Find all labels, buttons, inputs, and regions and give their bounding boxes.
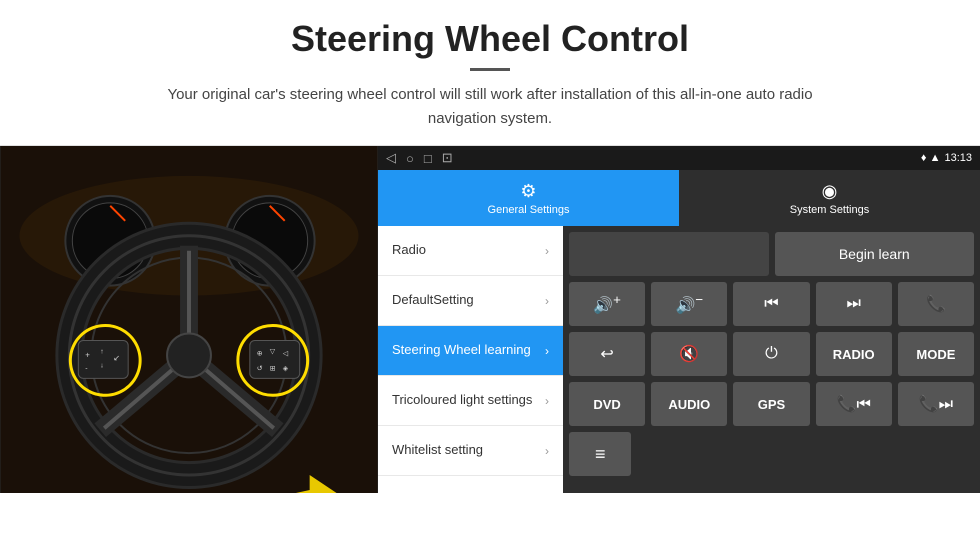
header-divider xyxy=(470,68,510,71)
status-bar-right: ♦ ▲ 13:13 xyxy=(921,152,972,164)
control-row-2: ↩ 🔇 ⏻ RADIO MODE xyxy=(569,332,974,376)
control-row-3: DVD AUDIO GPS 📞⏮ 📞⏭ xyxy=(569,382,974,426)
right-controls: Begin learn 🔊+ 🔊− ⏮ ⏭ xyxy=(563,226,980,493)
menu-item-tricoloured[interactable]: Tricoloured light settings › xyxy=(378,376,563,426)
svg-text:◈: ◈ xyxy=(283,365,289,372)
audio-label: AUDIO xyxy=(668,397,710,412)
svg-text:▽: ▽ xyxy=(270,348,276,355)
dvd-button[interactable]: DVD xyxy=(569,382,645,426)
car-image-area: + - ↑ ↓ ↙ ⊕ ▽ ◁ ↺ ⊞ ◈ xyxy=(0,146,378,493)
dvd-label: DVD xyxy=(593,397,620,412)
svg-text:↑: ↑ xyxy=(100,348,103,355)
volume-up-button[interactable]: 🔊+ xyxy=(569,282,645,326)
gps-label: GPS xyxy=(758,397,785,412)
next-track-icon: ⏭ xyxy=(847,295,861,313)
menu-controls-area: Radio › DefaultSetting › Steering Wheel … xyxy=(378,226,980,493)
system-settings-label: System Settings xyxy=(790,204,869,216)
mute-icon: 🔇 xyxy=(679,344,699,364)
left-menu: Radio › DefaultSetting › Steering Wheel … xyxy=(378,226,563,493)
tab-general-settings[interactable]: ⚙ General Settings xyxy=(378,170,679,226)
next-track-button[interactable]: ⏭ xyxy=(816,282,892,326)
svg-text:⊕: ⊕ xyxy=(257,350,263,357)
chevron-right-icon: › xyxy=(545,244,549,258)
clock: 13:13 xyxy=(944,152,972,164)
menu-nav-icon[interactable]: ⊡ xyxy=(442,150,453,166)
mode-button[interactable]: MODE xyxy=(898,332,974,376)
menu-item-whitelist-label: Whitelist setting xyxy=(392,442,483,459)
menu-item-radio-label: Radio xyxy=(392,242,426,259)
general-settings-icon: ⚙ xyxy=(520,181,536,202)
begin-learn-button[interactable]: Begin learn xyxy=(775,232,975,276)
header-subtitle: Your original car's steering wheel contr… xyxy=(150,83,830,131)
menu-item-whitelist[interactable]: Whitelist setting › xyxy=(378,426,563,476)
mute-button[interactable]: 🔇 xyxy=(651,332,727,376)
menu-item-radio[interactable]: Radio › xyxy=(378,226,563,276)
chevron-right-icon: › xyxy=(545,294,549,308)
gps-button[interactable]: GPS xyxy=(733,382,809,426)
menu-item-default-setting[interactable]: DefaultSetting › xyxy=(378,276,563,326)
phone-button[interactable]: 📞 xyxy=(898,282,974,326)
svg-text:◁: ◁ xyxy=(283,350,289,357)
chevron-right-icon: › xyxy=(545,344,549,358)
control-row-1: 🔊+ 🔊− ⏮ ⏭ 📞 xyxy=(569,282,974,326)
menu-item-default-label: DefaultSetting xyxy=(392,292,474,309)
power-button[interactable]: ⏻ xyxy=(733,332,809,376)
audio-button[interactable]: AUDIO xyxy=(651,382,727,426)
main-content: + - ↑ ↓ ↙ ⊕ ▽ ◁ ↺ ⊞ ◈ ◁ ○ □ ⊡ xyxy=(0,145,980,493)
phone-next-button[interactable]: 📞⏭ xyxy=(898,382,974,426)
menu-item-tricoloured-label: Tricoloured light settings xyxy=(392,392,532,409)
menu-item-steering-wheel[interactable]: Steering Wheel learning › xyxy=(378,326,563,376)
back-icon: ↩ xyxy=(600,344,613,364)
chevron-right-icon: › xyxy=(545,394,549,408)
prev-track-icon: ⏮ xyxy=(764,295,778,313)
signal-icon: ♦ ▲ xyxy=(921,152,941,164)
menu-item-steering-label: Steering Wheel learning xyxy=(392,342,531,359)
android-ui: ◁ ○ □ ⊡ ♦ ▲ 13:13 ⚙ General Settings ◉ S… xyxy=(378,146,980,493)
page-title: Steering Wheel Control xyxy=(40,18,940,60)
phone-icon: 📞 xyxy=(926,294,946,314)
svg-text:↙: ↙ xyxy=(113,353,120,362)
system-settings-icon: ◉ xyxy=(822,181,838,202)
home-nav-icon[interactable]: ○ xyxy=(406,151,414,166)
volume-up-icon: 🔊+ xyxy=(593,292,621,315)
phone-prev-button[interactable]: 📞⏮ xyxy=(816,382,892,426)
status-bar: ◁ ○ □ ⊡ ♦ ▲ 13:13 xyxy=(378,146,980,170)
svg-text:↓: ↓ xyxy=(100,362,103,369)
phone-prev-icon: 📞⏮ xyxy=(837,394,871,414)
tab-bar: ⚙ General Settings ◉ System Settings xyxy=(378,170,980,226)
menu-icon-cell[interactable]: ≡ xyxy=(569,432,631,476)
recent-nav-icon[interactable]: □ xyxy=(424,151,432,166)
volume-down-button[interactable]: 🔊− xyxy=(651,282,727,326)
svg-text:⊞: ⊞ xyxy=(270,365,276,372)
volume-down-icon: 🔊− xyxy=(675,292,703,315)
general-settings-label: General Settings xyxy=(488,204,570,216)
radio-label: RADIO xyxy=(833,347,875,362)
prev-track-button[interactable]: ⏮ xyxy=(733,282,809,326)
header-section: Steering Wheel Control Your original car… xyxy=(0,0,980,145)
svg-text:+: + xyxy=(85,350,90,359)
empty-display-cell xyxy=(569,232,769,276)
hamburger-icon: ≡ xyxy=(595,444,606,465)
back-nav-icon[interactable]: ◁ xyxy=(386,150,396,166)
last-row: ≡ xyxy=(569,432,974,476)
chevron-right-icon: › xyxy=(545,444,549,458)
status-bar-left: ◁ ○ □ ⊡ xyxy=(386,150,453,166)
back-button[interactable]: ↩ xyxy=(569,332,645,376)
phone-next-icon: 📞⏭ xyxy=(919,394,953,414)
begin-learn-row: Begin learn xyxy=(569,232,974,276)
power-icon: ⏻ xyxy=(765,345,778,363)
radio-button[interactable]: RADIO xyxy=(816,332,892,376)
svg-text:↺: ↺ xyxy=(257,365,263,372)
tab-system-settings[interactable]: ◉ System Settings xyxy=(679,170,980,226)
mode-label: MODE xyxy=(916,347,955,362)
